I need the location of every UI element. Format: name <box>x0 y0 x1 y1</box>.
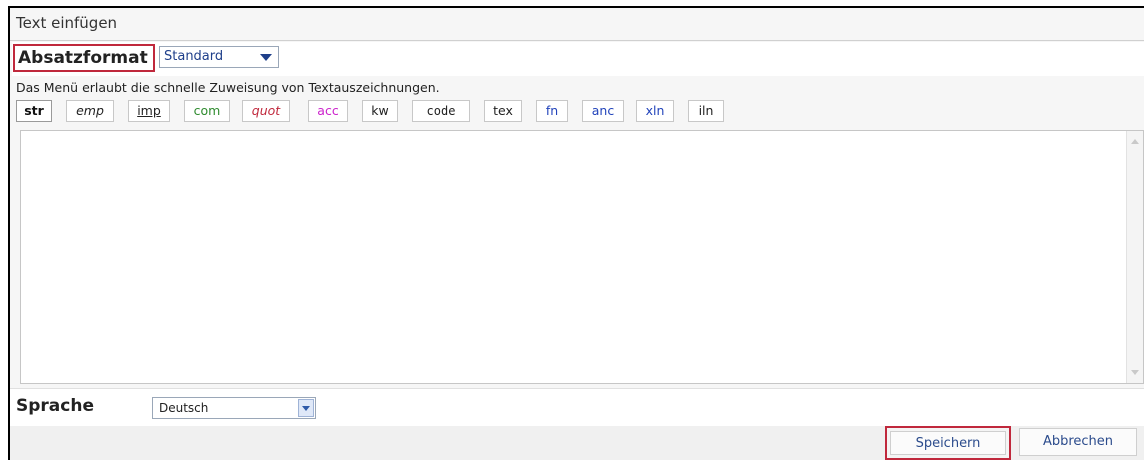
save-button[interactable]: Speichern <box>890 431 1006 455</box>
tag-button-xln[interactable]: xln <box>636 100 674 122</box>
tag-button-imp[interactable]: imp <box>128 100 170 122</box>
info-text: Das Menü erlaubt die schnelle Zuweisung … <box>16 80 440 95</box>
language-select[interactable]: Deutsch <box>152 397 316 419</box>
chevron-down-icon[interactable] <box>298 399 314 417</box>
tag-button-quot[interactable]: quot <box>242 100 290 122</box>
scroll-down-icon[interactable] <box>1131 370 1139 375</box>
tag-button-code[interactable]: code <box>412 100 470 122</box>
tag-button-iln[interactable]: iln <box>688 100 724 122</box>
tag-button-emp[interactable]: emp <box>66 100 114 122</box>
editor-scrollbar[interactable] <box>1126 131 1143 383</box>
language-select-value: Deutsch <box>159 401 209 415</box>
tag-button-tex[interactable]: tex <box>484 100 522 122</box>
save-button-highlight: Speichern <box>885 426 1011 460</box>
format-label: Absatzformat <box>13 44 155 72</box>
chevron-down-icon <box>260 54 272 61</box>
tag-button-str[interactable]: str <box>16 100 52 122</box>
text-editor[interactable] <box>20 130 1144 384</box>
tag-button-anc[interactable]: anc <box>582 100 624 122</box>
format-select-value: Standard <box>164 49 224 64</box>
tag-button-kw[interactable]: kw <box>362 100 398 122</box>
cancel-button[interactable]: Abbrechen <box>1019 428 1137 456</box>
tag-button-com[interactable]: com <box>184 100 230 122</box>
title-divider <box>10 40 1144 41</box>
language-label: Sprache <box>16 396 94 416</box>
scroll-up-icon[interactable] <box>1131 139 1139 144</box>
dialog-title: Text einfügen <box>16 14 118 32</box>
format-select[interactable]: Standard <box>159 46 279 68</box>
tag-button-acc[interactable]: acc <box>308 100 348 122</box>
tag-button-fn[interactable]: fn <box>536 100 568 122</box>
